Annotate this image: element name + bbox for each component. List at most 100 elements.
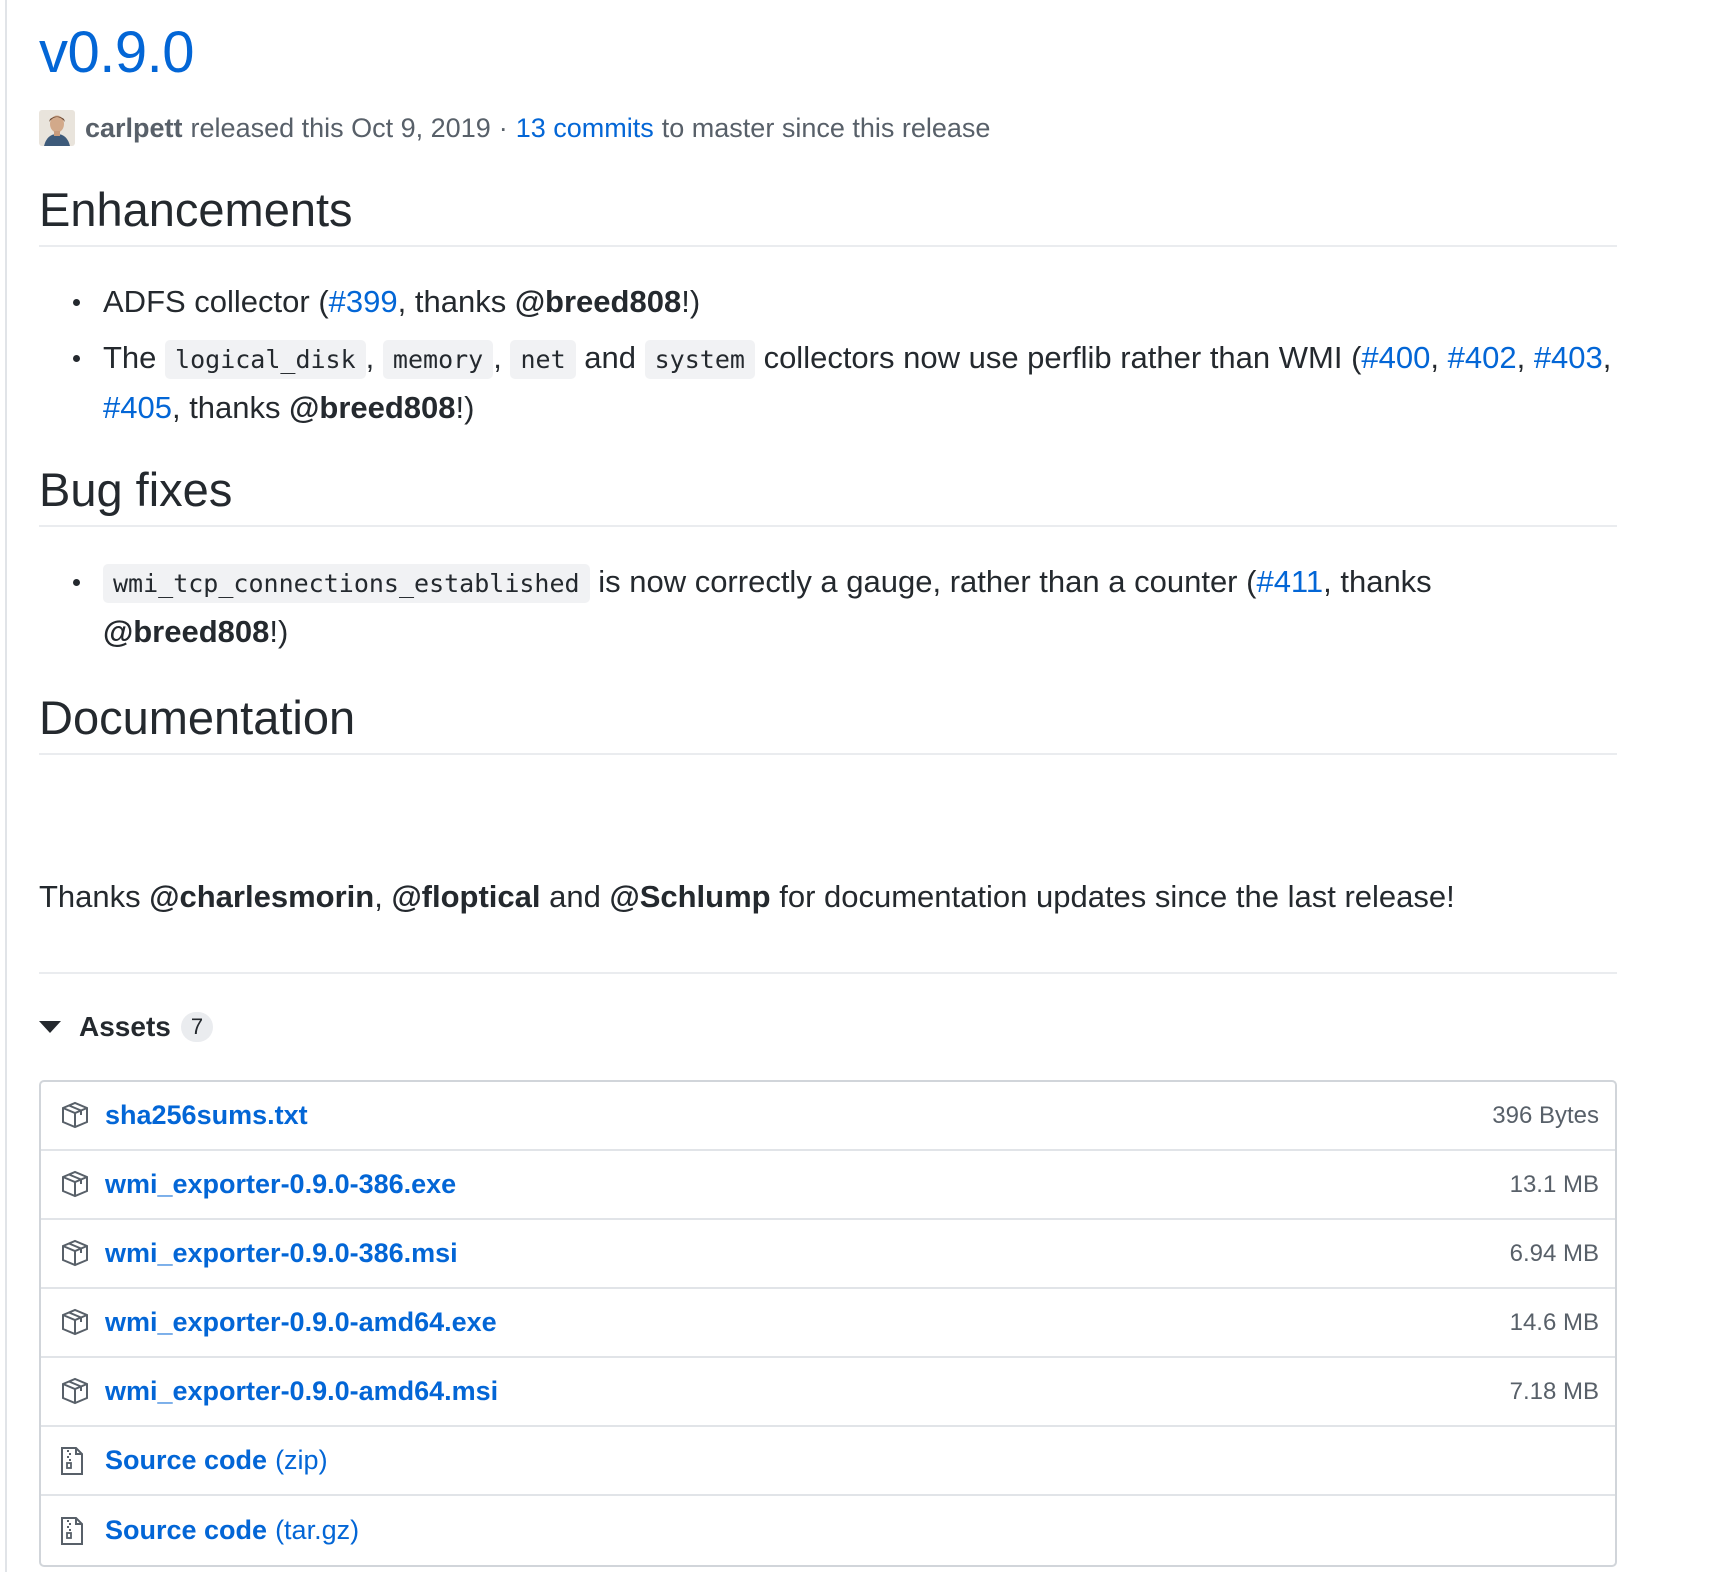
bullet-dot — [73, 355, 80, 362]
bugfixes-heading: Bug fixes — [39, 463, 233, 516]
asset-name: wmi_exporter-0.9.0-386.exe — [105, 1169, 457, 1199]
asset-size: 396 Bytes — [1492, 1101, 1599, 1129]
file-zip-icon — [59, 1446, 93, 1476]
release-meta: carlpett released this Oct 9, 2019 · 13 … — [39, 108, 990, 148]
package-icon — [59, 1308, 93, 1338]
asset-row: Source code (tar.gz) — [41, 1496, 1615, 1565]
asset-row-left: wmi_exporter-0.9.0-amd64.exe — [59, 1307, 497, 1338]
package-icon — [59, 1170, 93, 1200]
asset-row-left: sha256sums.txt — [59, 1100, 308, 1131]
item-text: , — [374, 879, 392, 914]
heading-divider — [39, 753, 1617, 755]
item-text: is now correctly a gauge, rather than a … — [589, 564, 1257, 599]
user-mention[interactable]: @breed808 — [515, 284, 681, 319]
item-text: , — [365, 340, 375, 375]
asset-type: (zip) — [275, 1445, 328, 1475]
asset-name: wmi_exporter-0.9.0-386.msi — [105, 1238, 458, 1268]
item-text: , thanks — [171, 390, 290, 425]
released-text: released this Oct 9, 2019 — [190, 112, 491, 143]
asset-row-left: wmi_exporter-0.9.0-386.exe — [59, 1169, 456, 1200]
item-text: , thanks — [397, 284, 515, 319]
asset-row-left: Source code (zip) — [59, 1445, 328, 1476]
asset-size: 14.6 MB — [1509, 1308, 1599, 1336]
asset-download-link[interactable]: Source code (tar.gz) — [105, 1515, 359, 1546]
item-text: !) — [269, 614, 289, 649]
item-text: ADFS collector ( — [103, 284, 329, 319]
asset-row: wmi_exporter-0.9.0-386.exe 13.1 MB — [41, 1151, 1615, 1220]
commits-suffix: to master since this release — [661, 112, 991, 143]
file-zip-icon — [59, 1516, 93, 1546]
bullet-dot — [73, 299, 80, 306]
item-text: Thanks — [39, 879, 150, 914]
asset-row-left: Source code (tar.gz) — [59, 1515, 359, 1546]
avatar[interactable] — [39, 110, 75, 146]
documentation-heading: Documentation — [39, 691, 356, 744]
item-text: , thanks — [1323, 564, 1432, 599]
asset-row: wmi_exporter-0.9.0-amd64.exe 14.6 MB — [41, 1289, 1615, 1358]
heading-divider — [39, 245, 1617, 247]
enhancements-heading: Enhancements — [39, 183, 353, 236]
package-icon — [59, 1101, 93, 1131]
assets-divider — [39, 972, 1617, 974]
code-span: logical_disk — [165, 340, 366, 379]
item-text: !) — [681, 284, 701, 319]
asset-row: Source code (zip) — [41, 1427, 1615, 1496]
asset-row-left: wmi_exporter-0.9.0-386.msi — [59, 1238, 458, 1269]
asset-download-link[interactable]: Source code (zip) — [105, 1445, 328, 1476]
asset-download-link[interactable]: wmi_exporter-0.9.0-amd64.msi — [105, 1376, 498, 1407]
issue-link[interactable]: #411 — [1256, 564, 1323, 599]
issue-link[interactable]: #405 — [103, 390, 172, 425]
user-mention[interactable]: @floptical — [391, 879, 540, 914]
heading-divider — [39, 525, 1617, 527]
triangle-down-icon — [39, 1021, 61, 1033]
asset-download-link[interactable]: wmi_exporter-0.9.0-amd64.exe — [105, 1307, 497, 1338]
item-text: collectors now use perflib rather than W… — [763, 340, 1362, 375]
assets-list: sha256sums.txt 396 Bytes wmi_exporter-0.9.… — [39, 1080, 1617, 1567]
package-icon — [59, 1377, 93, 1407]
release-title[interactable]: v0.9.0 — [39, 18, 195, 88]
asset-row: wmi_exporter-0.9.0-386.msi 6.94 MB — [41, 1220, 1615, 1289]
list-item: wmi_tcp_connections_established is now c… — [39, 558, 1617, 656]
asset-download-link[interactable]: wmi_exporter-0.9.0-386.exe — [105, 1169, 456, 1200]
enhancements-list: ADFS collector (#399, thanks @breed808!)… — [39, 278, 1617, 440]
user-mention[interactable]: @breed808 — [289, 390, 455, 425]
asset-download-link[interactable]: sha256sums.txt — [105, 1100, 308, 1131]
asset-size: 6.94 MB — [1509, 1239, 1599, 1267]
user-mention[interactable]: @breed808 — [103, 614, 269, 649]
item-text: and — [584, 340, 636, 375]
author-link[interactable]: carlpett — [85, 113, 183, 144]
asset-name: wmi_exporter-0.9.0-amd64.exe — [105, 1307, 497, 1337]
asset-size: 7.18 MB — [1509, 1377, 1599, 1405]
user-mention[interactable]: @Schlump — [609, 879, 770, 914]
asset-name: wmi_exporter-0.9.0-amd64.msi — [105, 1376, 499, 1406]
item-text: for documentation updates since the last… — [770, 879, 1455, 914]
asset-type: (tar.gz) — [275, 1515, 360, 1545]
bullet-dot — [73, 579, 80, 586]
code-span: memory — [382, 340, 494, 379]
assets-label: Assets — [79, 1011, 171, 1042]
issue-link[interactable]: #399 — [329, 284, 398, 319]
item-text: and — [540, 879, 610, 914]
asset-name: sha256sums.txt — [105, 1100, 308, 1130]
assets-toggle[interactable]: Assets 7 — [39, 1005, 214, 1049]
bugfixes-list: wmi_tcp_connections_established is now c… — [39, 558, 1617, 664]
issue-link[interactable]: #402 — [1448, 340, 1517, 375]
code-span: net — [510, 340, 576, 379]
commits-link[interactable]: 13 commits — [516, 113, 654, 144]
code-span: wmi_tcp_connections_established — [103, 564, 590, 603]
meta-separator: · — [498, 112, 508, 143]
item-text: !) — [455, 390, 475, 425]
asset-row-left: wmi_exporter-0.9.0-amd64.msi — [59, 1376, 498, 1407]
list-item: ADFS collector (#399, thanks @breed808!) — [39, 278, 1617, 326]
issue-link[interactable]: #403 — [1534, 340, 1603, 375]
documentation-text: Thanks @charlesmorin, @floptical and @Sc… — [39, 873, 1455, 921]
issue-link[interactable]: #400 — [1361, 340, 1430, 375]
asset-download-link[interactable]: wmi_exporter-0.9.0-386.msi — [105, 1238, 458, 1269]
package-icon — [59, 1239, 93, 1269]
asset-row: wmi_exporter-0.9.0-amd64.msi 7.18 MB — [41, 1358, 1615, 1427]
item-text: , — [493, 340, 502, 375]
code-span: system — [644, 340, 755, 379]
asset-row: sha256sums.txt 396 Bytes — [41, 1082, 1615, 1151]
assets-count-badge: 7 — [180, 1012, 214, 1042]
user-mention[interactable]: @charlesmorin — [149, 879, 374, 914]
